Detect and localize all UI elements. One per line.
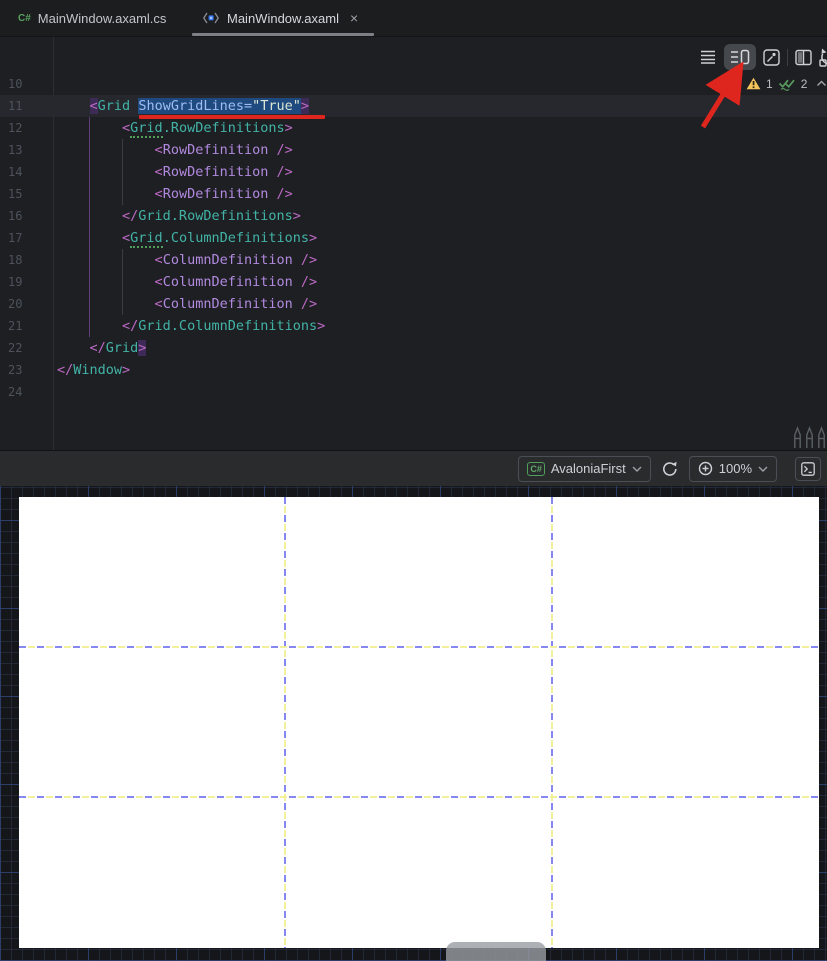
- annotation-red-arrow: [693, 62, 749, 134]
- csharp-project-icon: C#: [527, 462, 545, 476]
- line-number: 11: [8, 95, 44, 117]
- line-number: 22: [8, 337, 44, 359]
- run-config-label: AvaloniaFirst: [551, 461, 626, 476]
- line-number: 14: [8, 161, 44, 183]
- ok-checks-icon: [778, 76, 796, 91]
- code-text: </Grid.RowDefinitions>: [0, 205, 827, 227]
- code-text: </Window>: [0, 359, 827, 381]
- code-text: <ColumnDefinition />: [0, 271, 827, 293]
- open-preview-window-icon[interactable]: [763, 49, 780, 66]
- active-tab-underline: [192, 33, 374, 36]
- tab-label: MainWindow.axaml.cs: [38, 11, 167, 26]
- code-line[interactable]: 24: [0, 381, 827, 403]
- run-config-selector[interactable]: C# AvaloniaFirst: [518, 456, 650, 482]
- code-line[interactable]: 16 </Grid.RowDefinitions>: [0, 205, 827, 227]
- line-number: 23: [8, 359, 44, 381]
- line-number: 10: [8, 73, 44, 95]
- line-number: 13: [8, 139, 44, 161]
- ok-count: 2: [801, 77, 808, 91]
- chevron-down-icon: [758, 466, 768, 472]
- line-number: 19: [8, 271, 44, 293]
- line-number: 17: [8, 227, 44, 249]
- code-editor[interactable]: 1011 <Grid ShowGridLines="True">12 <Grid…: [0, 37, 827, 450]
- code-text: <Grid.ColumnDefinitions>: [0, 227, 827, 249]
- line-number: 20: [8, 293, 44, 315]
- tab-mainwindow-axaml-cs[interactable]: C# MainWindow.axaml.cs: [8, 0, 176, 36]
- code-line[interactable]: 14 <RowDefinition />: [0, 161, 827, 183]
- reload-file-icon[interactable]: [819, 47, 827, 67]
- axaml-file-icon: [202, 11, 220, 25]
- csharp-file-icon: C#: [18, 13, 31, 24]
- chevron-down-icon: [632, 466, 642, 472]
- line-number: 15: [8, 183, 44, 205]
- code-text: </Grid.ColumnDefinitions>: [0, 315, 827, 337]
- grid-line-horizontal: [19, 796, 819, 798]
- line-number: 18: [8, 249, 44, 271]
- code-line[interactable]: 22 </Grid>: [0, 337, 827, 359]
- preview-zoom-pill[interactable]: [446, 942, 546, 961]
- warning-count: 1: [766, 77, 773, 91]
- marker-pins-icon: [792, 426, 827, 449]
- code-line[interactable]: 17 <Grid.ColumnDefinitions>: [0, 227, 827, 249]
- code-text: </Grid>: [0, 337, 827, 359]
- code-line[interactable]: 23</Window>: [0, 359, 827, 381]
- line-number: 21: [8, 315, 44, 337]
- avalonia-previewer-canvas[interactable]: [0, 486, 827, 961]
- zoom-in-icon: [698, 461, 713, 476]
- code-text: <ColumnDefinition />: [0, 293, 827, 315]
- zoom-level: 100%: [719, 461, 752, 476]
- code-line[interactable]: 15 <RowDefinition />: [0, 183, 827, 205]
- code-text: <RowDefinition />: [0, 139, 827, 161]
- code-line[interactable]: 13 <RowDefinition />: [0, 139, 827, 161]
- chevron-up-icon[interactable]: [815, 79, 827, 88]
- tab-mainwindow-axaml[interactable]: MainWindow.axaml ×: [192, 0, 374, 36]
- line-number: 12: [8, 117, 44, 139]
- close-icon[interactable]: ×: [350, 10, 358, 26]
- previewer-toolbar: C# AvaloniaFirst 100%: [0, 450, 827, 486]
- code-line[interactable]: 18 <ColumnDefinition />: [0, 249, 827, 271]
- code-line[interactable]: 19 <ColumnDefinition />: [0, 271, 827, 293]
- previewed-window: [19, 497, 819, 948]
- grid-line-horizontal: [19, 646, 819, 648]
- terminal-button[interactable]: [795, 457, 821, 481]
- code-text: <RowDefinition />: [0, 161, 827, 183]
- refresh-preview-button[interactable]: [661, 460, 679, 478]
- inspections-widget[interactable]: 1 2: [746, 76, 827, 91]
- annotation-red-underline: [139, 115, 325, 119]
- line-number: 16: [8, 205, 44, 227]
- split-editor-icon[interactable]: [795, 49, 812, 66]
- grid-line-vertical: [551, 497, 553, 948]
- ide-window: C# MainWindow.axaml.cs MainWindow.axaml …: [0, 0, 827, 961]
- code-line[interactable]: 20 <ColumnDefinition />: [0, 293, 827, 315]
- editor-tab-bar: C# MainWindow.axaml.cs MainWindow.axaml …: [0, 0, 827, 37]
- code-text: <RowDefinition />: [0, 183, 827, 205]
- line-number: 24: [8, 381, 44, 403]
- code-text: <ColumnDefinition />: [0, 249, 827, 271]
- zoom-selector[interactable]: 100%: [689, 456, 777, 482]
- toolbar-divider: [787, 49, 788, 66]
- code-line[interactable]: 21 </Grid.ColumnDefinitions>: [0, 315, 827, 337]
- grid-line-vertical: [284, 497, 286, 948]
- tab-label: MainWindow.axaml: [227, 11, 339, 26]
